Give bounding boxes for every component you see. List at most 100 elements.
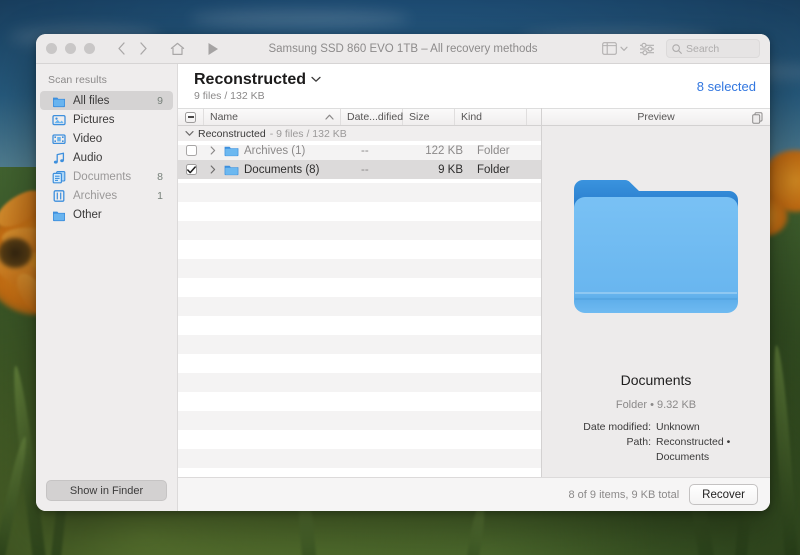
- maximize-button[interactable]: [84, 43, 95, 54]
- checkbox-checked-icon: [186, 164, 197, 175]
- row-name: Documents (8): [244, 164, 319, 176]
- search-input[interactable]: Search: [666, 39, 760, 58]
- row-name-cell: Archives (1): [204, 141, 355, 160]
- row-size: 122 KB: [417, 141, 469, 160]
- sidebar-item-count: 9: [157, 95, 163, 107]
- view-mode-button[interactable]: [602, 42, 628, 55]
- home-icon[interactable]: [167, 39, 187, 59]
- row-checkbox[interactable]: [178, 160, 204, 179]
- main-panel: Reconstructed 9 files / 132 KB 8 selecte…: [178, 64, 770, 511]
- footer-bar: 8 of 9 items, 9 KB total Recover: [178, 477, 770, 511]
- sidebar-item-label: Pictures: [73, 114, 156, 126]
- sidebar-item-label: Documents: [73, 171, 150, 183]
- audio-icon: [52, 151, 66, 165]
- row-size: 9 KB: [417, 160, 469, 179]
- minimize-button[interactable]: [65, 43, 76, 54]
- row-name: Archives (1): [244, 145, 305, 157]
- column-header-kind[interactable]: Kind: [455, 109, 527, 125]
- sidebar-footer: Show in Finder: [36, 480, 177, 511]
- chevron-down-icon[interactable]: [311, 76, 321, 83]
- column-header-size[interactable]: Size: [403, 109, 455, 125]
- disclosure-triangle-icon[interactable]: [210, 165, 219, 174]
- sidebar: Scan results All files 9: [36, 64, 178, 511]
- app-window: Samsung SSD 860 EVO 1TB – All recovery m…: [36, 34, 770, 511]
- page-title[interactable]: Reconstructed: [194, 71, 321, 89]
- checkbox-unchecked-icon: [186, 145, 197, 156]
- sidebar-item-label: Audio: [73, 152, 156, 164]
- preview-field: Path: Reconstructed • Documents: [552, 435, 760, 465]
- preview-artwork: [542, 126, 770, 372]
- traffic-lights: [46, 43, 95, 54]
- sidebar-item-archives[interactable]: Archives 1: [40, 186, 173, 205]
- sidebar-item-label: Video: [73, 133, 156, 145]
- column-header-name[interactable]: Name: [204, 109, 341, 125]
- sidebar-item-other[interactable]: Other: [40, 205, 173, 224]
- column-header-spacer: [527, 109, 541, 125]
- row-name-cell: Documents (8): [204, 160, 355, 179]
- sidebar-item-audio[interactable]: Audio: [40, 148, 173, 167]
- disclosure-triangle-icon[interactable]: [210, 146, 219, 155]
- window-body: Scan results All files 9: [36, 64, 770, 511]
- close-button[interactable]: [46, 43, 57, 54]
- row-checkbox[interactable]: [178, 141, 204, 160]
- table-rows: Reconstructed - 9 files / 132 KB: [178, 126, 541, 477]
- table-body: Reconstructed - 9 files / 132 KB: [178, 126, 541, 477]
- table-row[interactable]: Documents (8) -- 9 KB Folder: [178, 160, 541, 179]
- sidebar-item-documents[interactable]: Documents 8: [40, 167, 173, 186]
- sidebar-item-label: Other: [73, 209, 156, 221]
- back-icon[interactable]: [111, 39, 131, 59]
- column-header-date-modified[interactable]: Date...dified: [341, 109, 403, 125]
- forward-icon[interactable]: [133, 39, 153, 59]
- content-area: Name Date...dified Size Kind: [178, 108, 770, 477]
- preview-header-label: Preview: [637, 111, 674, 123]
- play-icon[interactable]: [203, 39, 223, 59]
- footer-status: 8 of 9 items, 9 KB total: [569, 489, 680, 501]
- chevron-down-icon[interactable]: [185, 130, 194, 137]
- table-row[interactable]: Archives (1) -- 122 KB Folder: [178, 141, 541, 160]
- preview-field: Date modified: Unknown: [552, 420, 760, 435]
- window-titlebar: Samsung SSD 860 EVO 1TB – All recovery m…: [36, 34, 770, 64]
- preview-metadata: Documents Folder • 9.32 KB Date modified…: [542, 372, 770, 477]
- show-in-finder-button[interactable]: Show in Finder: [46, 480, 167, 501]
- table-group-row[interactable]: Reconstructed - 9 files / 132 KB: [178, 126, 541, 141]
- archive-icon: [52, 189, 66, 203]
- preview-panel: Preview: [541, 108, 770, 477]
- folder-icon: [224, 145, 239, 157]
- preview-field-value: Reconstructed • Documents: [656, 435, 760, 465]
- search-icon: [672, 44, 682, 54]
- chevron-down-icon: [620, 46, 628, 52]
- sort-ascending-icon: [325, 114, 334, 120]
- row-date: --: [355, 141, 417, 160]
- row-date: --: [355, 160, 417, 179]
- page-subtitle: 9 files / 132 KB: [194, 90, 321, 102]
- main-header-left: Reconstructed 9 files / 132 KB: [194, 71, 321, 102]
- sidebar-header: Scan results: [36, 64, 177, 91]
- preview-file-name: Documents: [552, 372, 760, 388]
- row-kind: Folder: [469, 141, 541, 160]
- select-all-checkbox[interactable]: [178, 109, 204, 125]
- folder-icon: [52, 94, 66, 108]
- main-header: Reconstructed 9 files / 132 KB 8 selecte…: [178, 64, 770, 108]
- selected-count-label: 8 selected: [697, 79, 756, 94]
- column-header-name-label: Name: [210, 111, 238, 123]
- sidebar-item-pictures[interactable]: Pictures: [40, 110, 173, 129]
- duplicate-icon[interactable]: [752, 112, 763, 127]
- group-meta: - 9 files / 132 KB: [270, 128, 347, 140]
- preview-file-subtitle: Folder • 9.32 KB: [552, 399, 760, 411]
- sidebar-item-label: All files: [73, 95, 150, 107]
- sidebar-item-count: 1: [157, 190, 163, 202]
- search-placeholder: Search: [686, 43, 719, 55]
- filter-sliders-icon[interactable]: [639, 42, 655, 56]
- sidebar-item-all-files[interactable]: All files 9: [40, 91, 173, 110]
- sidebar-item-count: 8: [157, 171, 163, 183]
- toolbar-right: Search: [602, 39, 760, 58]
- group-name: Reconstructed: [198, 128, 266, 140]
- preview-field-value: Unknown: [656, 420, 760, 435]
- sidebar-item-video[interactable]: Video: [40, 129, 173, 148]
- page-title-text: Reconstructed: [194, 71, 306, 89]
- preview-header: Preview: [542, 108, 770, 126]
- video-icon: [52, 132, 66, 146]
- recover-button[interactable]: Recover: [689, 484, 758, 505]
- folder-icon: [224, 164, 239, 176]
- sidebar-list: All files 9 Pictures: [36, 91, 177, 480]
